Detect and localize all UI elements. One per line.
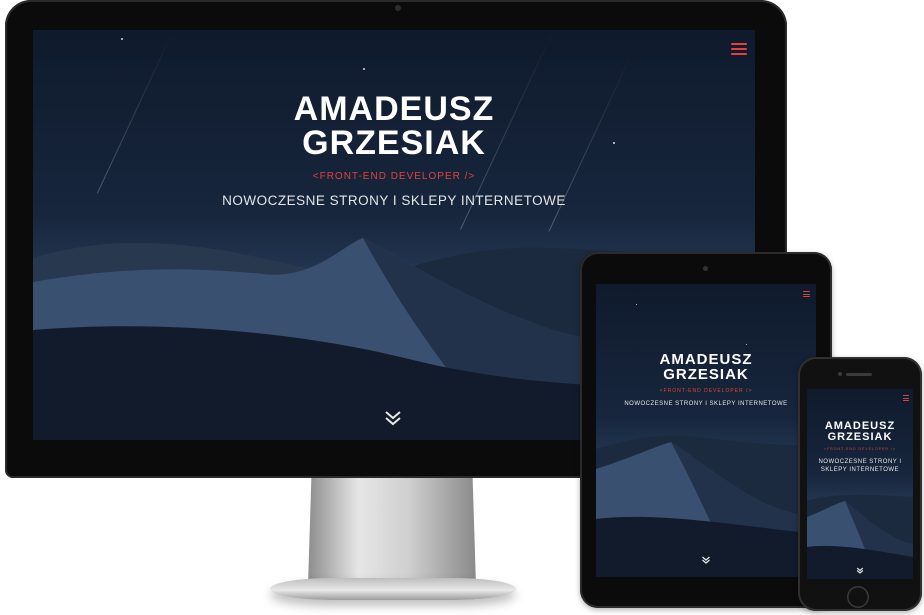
hero-title: AMADEUSZ GRZESIAK [807,421,913,443]
hero-role: <FRONT-END DEVELOPER /> [312,171,476,182]
hero-role: <FRONT-END DEVELOPER /> [659,388,753,394]
hero-title-line2: GRZESIAK [302,124,486,162]
hero-role: <FRONT-END DEVELOPER /> [824,447,896,451]
double-chevron-down-icon[interactable] [855,567,865,576]
hero-tagline: NOWOCZESNE STRONY I SKLEPY INTERNETOWE [222,193,566,208]
phone-mockup: AMADEUSZ GRZESIAK <FRONT-END DEVELOPER /… [798,357,922,611]
hamburger-menu-icon[interactable] [731,43,747,58]
phone-home-button [847,586,869,608]
monitor-stand-neck [308,478,476,586]
hamburger-menu-icon[interactable] [903,395,909,403]
phone-camera [838,372,842,376]
hero-tagline: NOWOCZESNE STRONY I SKLEPY INTERNETOWE [818,459,902,473]
double-chevron-down-icon[interactable] [383,410,403,431]
phone-screen: AMADEUSZ GRZESIAK <FRONT-END DEVELOPER /… [807,389,913,579]
tablet-mockup: AMADEUSZ GRZESIAK <FRONT-END DEVELOPER /… [580,252,832,608]
double-chevron-down-icon[interactable] [696,556,716,566]
hero-title-line2: GRZESIAK [663,366,749,383]
hero-title-line1: AMADEUSZ [293,90,495,128]
hero-title-line2: GRZESIAK [827,431,893,443]
monitor-camera [395,5,401,11]
hamburger-menu-icon[interactable] [803,291,810,299]
tablet-camera [703,266,708,271]
tablet-screen: AMADEUSZ GRZESIAK <FRONT-END DEVELOPER /… [596,284,816,577]
hero-title: AMADEUSZ GRZESIAK [596,352,816,382]
phone-speaker [846,373,872,376]
hero-title-line1: AMADEUSZ [659,351,753,368]
monitor-stand-base [270,578,516,600]
hero-title: AMADEUSZ GRZESIAK [33,92,755,160]
desert-dunes-image [596,435,816,577]
desert-dunes-image [807,494,913,579]
hero-tagline: NOWOCZESNE STRONY I SKLEPY INTERNETOWE [624,401,788,407]
